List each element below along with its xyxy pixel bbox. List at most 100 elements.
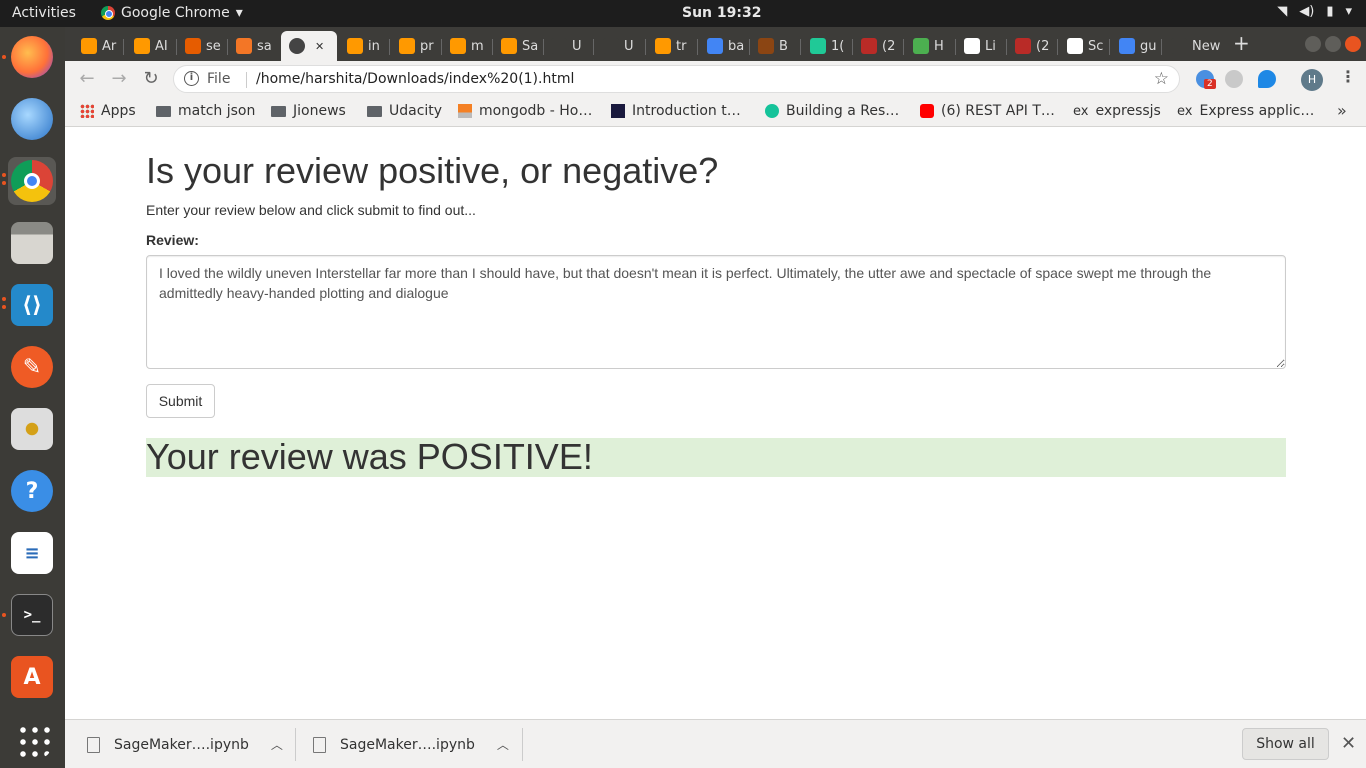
tab-separator [800,39,801,55]
tab[interactable]: tr [647,31,697,61]
clock[interactable]: Sun 19:32 [682,5,761,21]
submit-button[interactable]: Submit [146,384,215,418]
dock-terminal[interactable]: >_ [2,591,56,639]
bookmark-link[interactable]: mongodb - Ho… [458,103,592,119]
tab[interactable]: Sc [1059,31,1109,61]
tab-label: U [624,38,634,54]
bookmark-link[interactable]: ex expressjs [1073,103,1161,119]
tab[interactable]: B [750,31,800,61]
dock-help[interactable]: ? [8,467,56,515]
tab[interactable]: U [595,31,645,61]
dock-show-apps[interactable] [8,715,56,763]
activities-button[interactable]: Activities [12,5,76,21]
bookmarks-bar: Apps match json Jionews Udacity mongodb … [65,97,1366,127]
address-url[interactable]: /home/harshita/Downloads/index%20(1).htm… [256,71,574,87]
overflow-chevron-icon[interactable]: » [1337,101,1347,120]
tab[interactable]: m [442,31,492,61]
close-tab-icon[interactable]: ✕ [315,40,324,53]
show-all-button[interactable]: Show all [1242,728,1329,760]
new-tab-button[interactable]: + [1233,31,1250,55]
app-menu[interactable]: Google Chrome ▾ [101,5,243,21]
back-button[interactable]: ← [75,67,99,91]
download-filename: SageMaker….ipynb [340,736,475,753]
bookmark-link[interactable]: Introduction t… [611,103,741,119]
tab[interactable]: pr [391,31,441,61]
bookmark-apps[interactable]: Apps [80,103,136,119]
tab-separator [903,39,904,55]
tab-label: H [934,38,944,54]
profile-avatar[interactable]: H [1301,69,1323,91]
bookmark-folder[interactable]: Jionews [271,103,346,119]
tab[interactable]: Li [956,31,1006,61]
tab[interactable]: ba [699,31,749,61]
running-indicator [2,181,6,185]
extension-icon[interactable] [1225,70,1243,88]
address-scheme: File [207,71,231,87]
bookmark-label: expressjs [1095,103,1161,119]
tab[interactable]: se [177,31,227,61]
vscode-icon: ⟨⟩ [11,284,53,326]
document-icon: ≡ [11,532,53,574]
terminal-icon: >_ [11,594,53,636]
tab-separator [389,39,390,55]
running-indicator [2,305,6,309]
system-tray[interactable]: ◥ ◀) ▮ ▾ [1277,4,1352,19]
review-label: Review: [146,232,199,248]
dock-chrome[interactable] [2,157,56,205]
favicon-icon [81,38,97,54]
tab-label: 1( [831,38,845,54]
chevron-up-icon[interactable]: ︿ [497,736,509,753]
dock-firefox[interactable] [2,33,56,81]
running-indicator [2,173,6,177]
tab[interactable]: gu [1111,31,1161,61]
chevron-up-icon[interactable]: ︿ [271,736,283,753]
tab-separator [645,39,646,55]
extension-icon[interactable]: 2 [1196,70,1216,89]
download-item[interactable]: SageMaker….ipynb ︿ [313,720,509,768]
grammarly-icon [765,104,779,118]
forward-button[interactable]: → [107,67,131,91]
tab[interactable]: (2 [853,31,903,61]
download-shelf: SageMaker….ipynb ︿ SageMaker….ipynb ︿ Sh… [65,719,1366,768]
stackoverflow-icon [458,104,472,118]
tab[interactable]: H [905,31,955,61]
bookmark-link[interactable]: (6) REST API T… [920,103,1055,119]
tab-label: Sc [1088,38,1104,54]
bookmark-link[interactable]: ex Express applic… [1177,103,1314,119]
tab-active[interactable]: ✕ [281,31,337,61]
tab[interactable]: Sa [493,31,543,61]
dock-writer[interactable]: ≡ [8,529,56,577]
tab[interactable]: in [339,31,389,61]
reload-button[interactable]: ↻ [139,67,163,91]
bookmark-star-icon[interactable]: ☆ [1154,69,1169,89]
app-menu-label: Google Chrome [121,5,230,21]
minimize-button[interactable] [1305,36,1321,52]
tab[interactable]: AI [126,31,176,61]
dock-postman[interactable]: ✎ [8,343,56,391]
tab[interactable]: U [543,31,593,61]
review-textarea[interactable]: I loved the wildly uneven Interstellar f… [146,255,1286,369]
bookmark-folder[interactable]: Udacity [367,103,442,119]
dock-files[interactable] [8,219,56,267]
dock-software[interactable]: A [8,653,56,701]
bookmark-link[interactable]: Building a Res… [765,103,899,119]
tab[interactable]: (2 [1007,31,1057,61]
download-item[interactable]: SageMaker….ipynb ︿ [87,720,283,768]
bookmark-folder[interactable]: match json [156,103,255,119]
dock-vscode[interactable]: ⟨⟩ [2,281,56,329]
maximize-button[interactable] [1325,36,1341,52]
favicon-icon [1067,38,1083,54]
file-cabinet-icon [11,222,53,264]
menu-icon[interactable]: ⋮ [1340,67,1356,86]
close-icon[interactable]: ✕ [1341,733,1356,754]
info-icon[interactable]: i [184,71,199,86]
close-window-button[interactable] [1345,36,1361,52]
tab[interactable]: sa [228,31,278,61]
dock-rhythmbox[interactable] [8,405,56,453]
ie-tab-icon[interactable] [1258,70,1276,88]
address-bar[interactable]: i File /home/harshita/Downloads/index%20… [173,65,1180,93]
tab[interactable]: New [1163,31,1220,61]
tab[interactable]: 1( [802,31,852,61]
dock-thunderbird[interactable] [8,95,56,143]
tab[interactable]: Ar [73,31,123,61]
